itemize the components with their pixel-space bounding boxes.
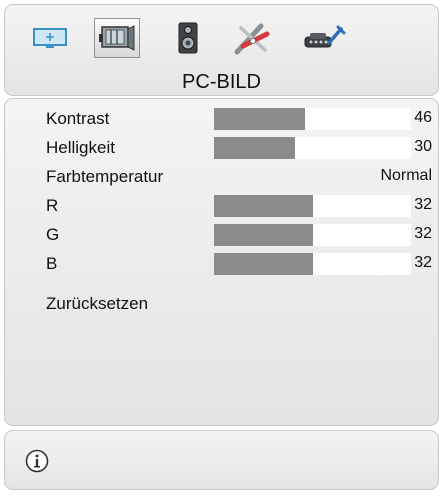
pc-picture-icon <box>99 25 135 51</box>
slider-fill <box>214 108 305 130</box>
setting-green[interactable]: G 32 <box>5 223 438 247</box>
setting-color-temperature[interactable]: Farbtemperatur Normal <box>5 165 438 189</box>
setting-label: G <box>46 225 60 244</box>
slider-fill <box>214 253 313 275</box>
setting-value: 32 <box>414 196 432 213</box>
menu-header: PC-BILD <box>4 4 439 96</box>
speaker-icon <box>178 22 198 54</box>
setting-label: R <box>46 196 59 215</box>
slider-fill <box>214 137 295 159</box>
tab-sound[interactable] <box>165 18 211 58</box>
settings-icon <box>304 25 346 48</box>
contrast-slider[interactable] <box>214 108 411 130</box>
tab-pc-picture[interactable] <box>94 18 140 58</box>
red-slider[interactable] <box>214 195 411 217</box>
setting-value: 32 <box>414 225 432 242</box>
setting-red[interactable]: R 32 <box>5 194 438 218</box>
blue-slider[interactable] <box>214 253 411 275</box>
settings-list: Kontrast 46 Helligkeit 30 Farbtemperatur… <box>4 98 439 426</box>
setting-value: 30 <box>414 138 432 155</box>
setting-blue[interactable]: B 32 <box>5 252 438 276</box>
setting-contrast[interactable]: Kontrast 46 <box>5 107 438 131</box>
tab-tools[interactable] <box>228 18 274 58</box>
setting-label: Zurücksetzen <box>46 294 149 313</box>
setting-label: Farbtemperatur <box>46 167 164 186</box>
slider-fill <box>214 195 313 217</box>
tab-settings[interactable] <box>301 18 347 58</box>
page-title: PC-BILD <box>182 71 261 93</box>
setting-value: Normal <box>380 167 432 184</box>
setting-label: Kontrast <box>46 109 110 128</box>
tools-icon <box>234 23 270 55</box>
setting-value: 32 <box>414 254 432 271</box>
info-icon <box>25 449 49 473</box>
tab-picture[interactable] <box>27 18 73 58</box>
setting-reset[interactable]: Zurücksetzen <box>5 292 438 316</box>
setting-value: 46 <box>414 109 432 126</box>
setting-label: B <box>46 254 58 273</box>
setting-brightness[interactable]: Helligkeit 30 <box>5 136 438 160</box>
setting-label: Helligkeit <box>46 138 115 157</box>
info-bar <box>4 430 439 490</box>
green-slider[interactable] <box>214 224 411 246</box>
picture-icon <box>33 28 67 48</box>
slider-fill <box>214 224 313 246</box>
brightness-slider[interactable] <box>214 137 411 159</box>
